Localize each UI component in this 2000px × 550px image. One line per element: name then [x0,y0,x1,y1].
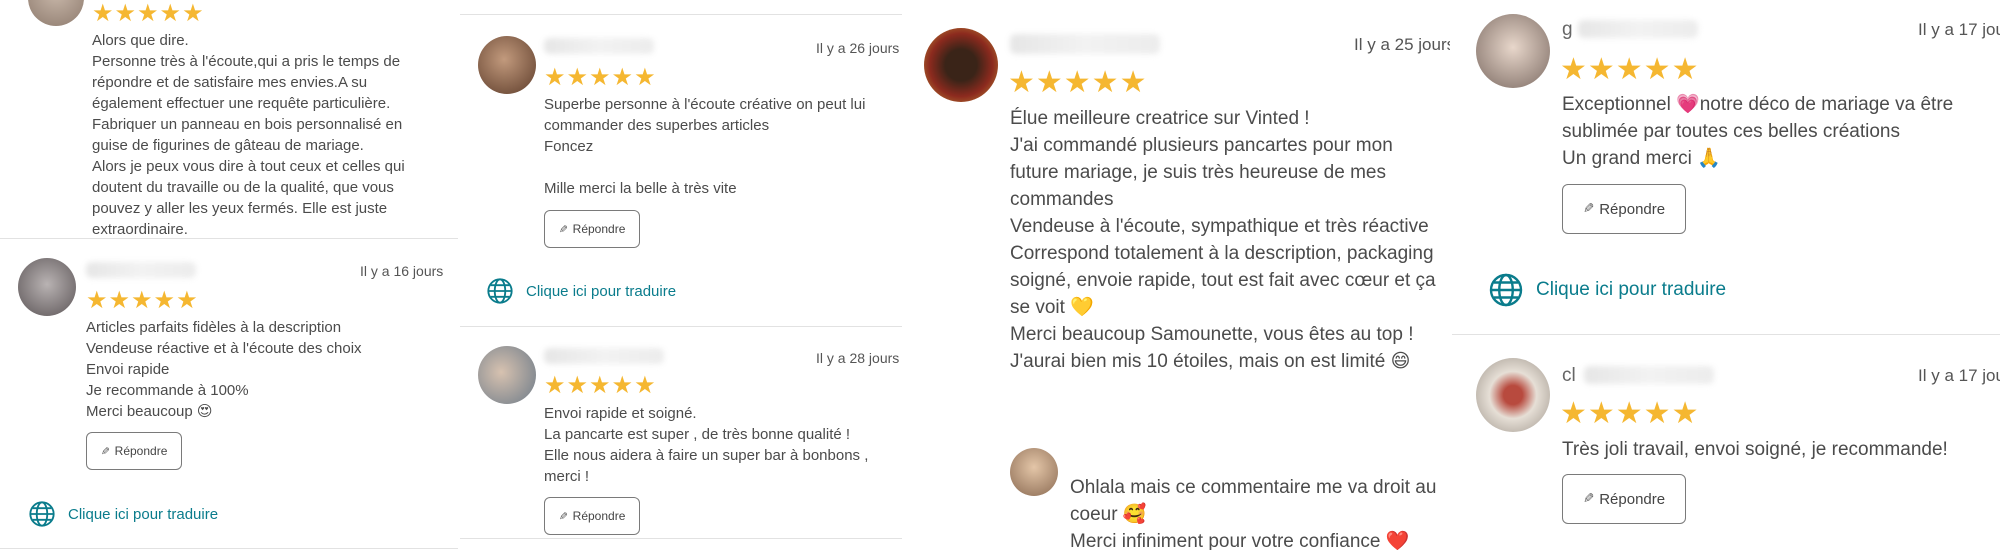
review-panel-2: Il y a 26 jours ★★★★★ Superbe personne à… [460,0,902,550]
review-text: Très joli travail, envoi soigné, je reco… [1562,439,1948,460]
review-divider [1452,334,2000,335]
globe-icon [487,278,513,304]
pencil-icon: ✎ [558,510,568,523]
reviewer-name-blurred[interactable] [1578,20,1698,38]
reply-button[interactable]: ✎ Répondre [1562,184,1686,234]
review-date: Il y a 17 jours [1918,20,2000,39]
reviewer-name-fragment[interactable]: cl [1562,364,1576,388]
reviewer-name-fragment[interactable]: g [1562,18,1573,42]
reviewer-avatar[interactable] [18,258,76,316]
reviewer-avatar[interactable] [478,36,536,94]
reply-button[interactable]: ✎ Répondre [86,432,182,470]
reply-button[interactable]: ✎ Répondre [544,497,640,535]
review-divider [460,538,902,539]
review-divider [0,548,458,549]
review-panel-4: g Il y a 17 jours ★★★★★ Exceptionnel 💗no… [1452,0,2000,550]
pencil-icon: ✎ [1582,201,1595,216]
review-text: Superbe personne à l'écoute créative on … [544,96,866,197]
globe-icon [1489,273,1523,307]
translate-label: Clique ici pour traduire [1536,279,1727,300]
review-text: Articles parfaits fidèles à la descripti… [86,319,362,420]
review-date: Il y a 26 jours [816,40,900,56]
reviewer-avatar[interactable] [28,0,84,26]
reviewer-name-blurred[interactable] [1584,366,1714,384]
review-date: Il y a 17 jours [1918,366,2000,385]
rating-stars: ★★★★★ [1560,397,1700,430]
reply-label: Répondre [572,222,626,236]
review-date: Il y a 16 jours [360,263,444,279]
review-date: Il y a 28 jours [816,350,900,366]
review-divider [0,238,458,239]
reviewer-name-blurred[interactable] [1010,34,1160,54]
translate-label: Clique ici pour traduire [68,505,219,523]
reviewer-name-blurred[interactable] [544,38,654,54]
review-text: Envoi rapide et soigné. La pancarte est … [544,405,869,485]
globe-icon [29,501,55,527]
reviewer-avatar[interactable] [478,346,536,404]
reviewer-avatar[interactable] [1476,14,1550,88]
rating-stars: ★★★★★ [1008,66,1148,99]
review-date: Il y a 25 jours [1354,35,1450,54]
reviewer-avatar[interactable] [1476,358,1550,432]
reply-label: Répondre [1599,490,1666,508]
rating-stars: ★★★★★ [92,0,205,27]
pencil-icon: ✎ [558,223,568,236]
reply-label: Répondre [1599,200,1666,218]
pencil-icon: ✎ [100,445,110,458]
reviewer-name-blurred[interactable] [544,348,664,364]
translate-link[interactable]: Clique ici pour traduire [1488,272,1726,308]
rating-stars: ★★★★★ [544,64,657,91]
rating-stars: ★★★★★ [86,287,199,314]
reply-label: Répondre [572,509,626,523]
reply-button[interactable]: ✎ Répondre [1562,474,1686,524]
rating-stars: ★★★★★ [544,372,657,399]
review-divider [460,14,902,15]
review-text: Alors que dire. Personne très à l'écoute… [92,32,405,238]
reply-label: Répondre [114,444,168,458]
rating-stars: ★★★★★ [1560,53,1700,86]
translate-link[interactable]: Clique ici pour traduire [28,500,218,528]
translate-link[interactable]: Clique ici pour traduire [486,277,676,305]
review-panel-1: ★★★★★ Alors que dire. Personne très à l'… [0,0,458,550]
seller-reply-text: Ohlala mais ce commentaire me va droit a… [1070,477,1437,550]
reviewer-name-blurred[interactable] [86,262,196,278]
reviewer-avatar[interactable] [924,28,998,102]
pencil-icon: ✎ [1582,491,1595,506]
review-panel-3: Il y a 25 jours ★★★★★ Élue meilleure cre… [904,0,1450,550]
review-text: Élue meilleure creatrice sur Vinted ! J'… [1010,108,1436,372]
review-text: Exceptionnel 💗notre déco de mariage va ê… [1562,94,1954,169]
reply-button[interactable]: ✎ Répondre [544,210,640,248]
review-divider [460,326,902,327]
seller-avatar[interactable] [1010,448,1058,496]
translate-label: Clique ici pour traduire [526,282,677,300]
